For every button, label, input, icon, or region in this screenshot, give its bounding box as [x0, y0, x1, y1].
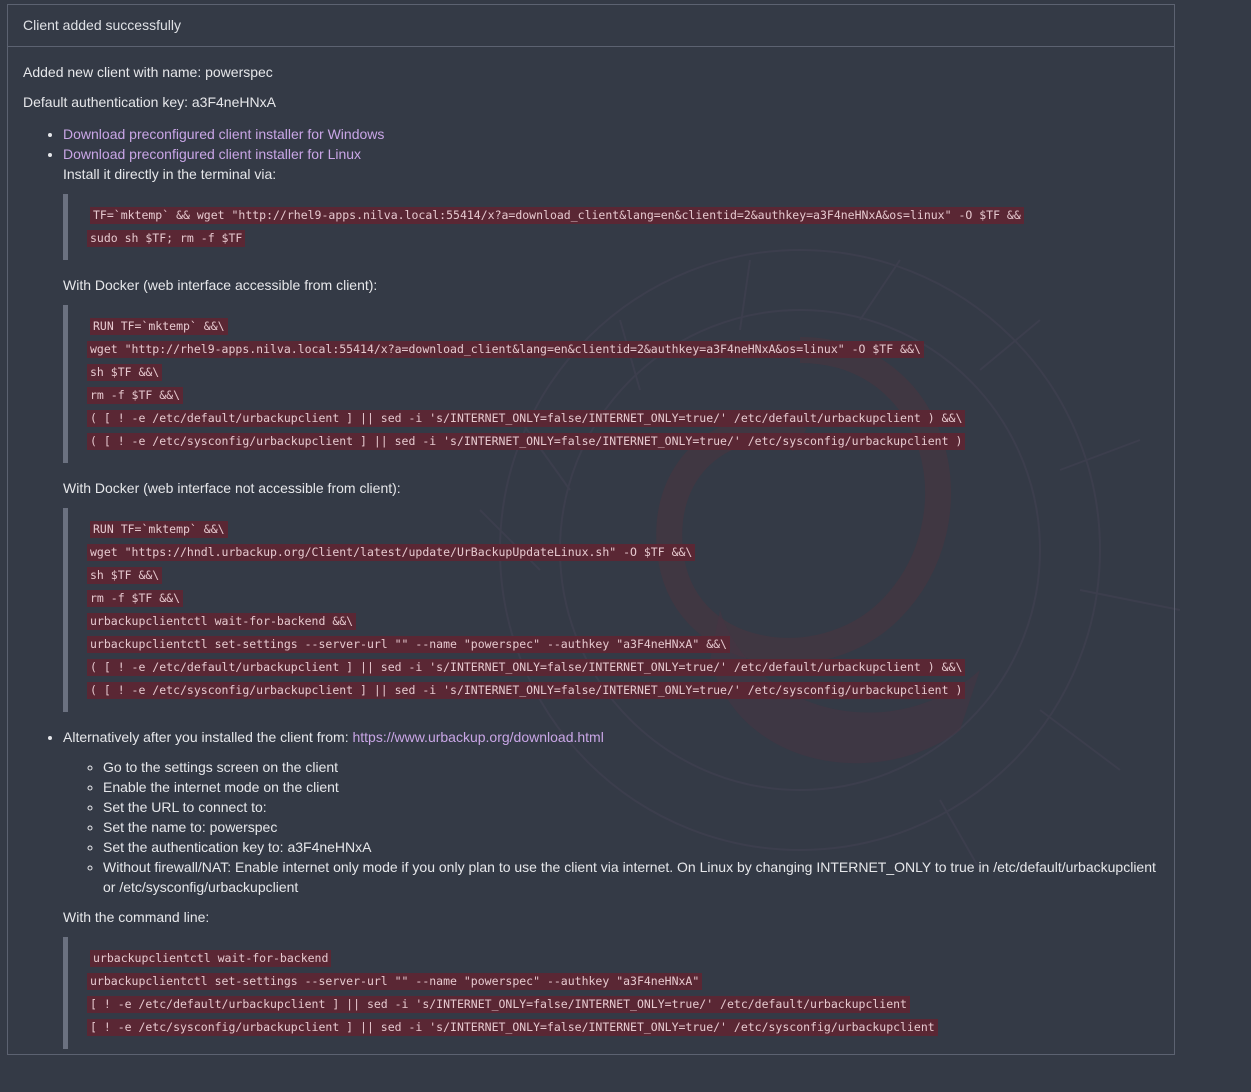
code-line: RUN TF=`mktemp` &&\	[90, 521, 228, 538]
code-line: ( [ ! -e /etc/sysconfig/urbackupclient ]…	[87, 433, 966, 450]
list-item-linux: Download preconfigured client installer …	[63, 144, 1159, 712]
docker-accessible-code-block: RUN TF=`mktemp` &&\ wget "http://rhel9-a…	[63, 305, 1159, 463]
panel-heading: Client added successfully	[8, 5, 1174, 47]
windows-installer-link[interactable]: Download preconfigured client installer …	[63, 126, 384, 142]
code-line: sh $TF &&\	[87, 364, 163, 381]
code-line: RUN TF=`mktemp` &&\	[90, 318, 228, 335]
code-line: ( [ ! -e /etc/sysconfig/urbackupclient ]…	[87, 682, 966, 699]
list-item-alternative: Alternatively after you installed the cl…	[63, 727, 1159, 1049]
code-line: TF=`mktemp` && wget "http://rhel9-apps.n…	[90, 207, 1024, 224]
code-line: urbackupclientctl wait-for-backend &&\	[87, 613, 357, 630]
alternative-prefix-text: Alternatively after you installed the cl…	[63, 729, 353, 745]
code-line: [ ! -e /etc/default/urbackupclient ] || …	[87, 996, 910, 1013]
docker-not-accessible-code-block: RUN TF=`mktemp` &&\ wget "https://hndl.u…	[63, 508, 1159, 712]
manual-steps-list: Go to the settings screen on the client …	[63, 757, 1159, 897]
terminal-install-label: Install it directly in the terminal via:	[63, 166, 277, 182]
list-item-windows: Download preconfigured client installer …	[63, 124, 1159, 144]
terminal-code-block: TF=`mktemp` && wget "http://rhel9-apps.n…	[63, 194, 1159, 260]
code-line: wget "https://hndl.urbackup.org/Client/l…	[87, 544, 696, 561]
list-item: Set the authentication key to: a3F4neHNx…	[103, 837, 1159, 857]
code-line: [ ! -e /etc/sysconfig/urbackupclient ] |…	[87, 1019, 938, 1036]
command-line-code-block: urbackupclientctl wait-for-backend urbac…	[63, 937, 1159, 1049]
auth-key-text: Default authentication key: a3F4neHNxA	[23, 94, 276, 110]
list-item: Enable the internet mode on the client	[103, 777, 1159, 797]
code-line: rm -f $TF &&\	[87, 590, 184, 607]
list-item: Set the name to: powerspec	[103, 817, 1159, 837]
code-line: urbackupclientctl wait-for-backend	[90, 950, 332, 967]
code-line: sudo sh $TF; rm -f $TF	[87, 230, 246, 247]
docker-not-accessible-label: With Docker (web interface not accessibl…	[63, 480, 401, 496]
code-line: wget "http://rhel9-apps.nilva.local:5541…	[87, 341, 924, 358]
panel-body: Added new client with name: powerspec De…	[8, 47, 1174, 1049]
added-client-text: Added new client with name: powerspec	[23, 64, 273, 80]
linux-installer-link[interactable]: Download preconfigured client installer …	[63, 146, 361, 162]
list-item: Without firewall/NAT: Enable internet on…	[103, 857, 1159, 897]
install-options-list: Download preconfigured client installer …	[23, 124, 1159, 1049]
docker-accessible-label: With Docker (web interface accessible fr…	[63, 277, 378, 293]
list-item: Go to the settings screen on the client	[103, 757, 1159, 777]
list-item: Set the URL to connect to:	[103, 797, 1159, 817]
code-line: rm -f $TF &&\	[87, 387, 184, 404]
client-added-panel: Client added successfully Added new clie…	[7, 4, 1175, 1055]
code-line: sh $TF &&\	[87, 567, 163, 584]
code-line: urbackupclientctl set-settings --server-…	[87, 973, 703, 990]
code-line: ( [ ! -e /etc/default/urbackupclient ] |…	[87, 410, 966, 427]
code-line: urbackupclientctl set-settings --server-…	[87, 636, 730, 653]
urbackup-download-link[interactable]: https://www.urbackup.org/download.html	[352, 729, 603, 745]
command-line-label: With the command line:	[63, 909, 210, 925]
code-line: ( [ ! -e /etc/default/urbackupclient ] |…	[87, 659, 966, 676]
